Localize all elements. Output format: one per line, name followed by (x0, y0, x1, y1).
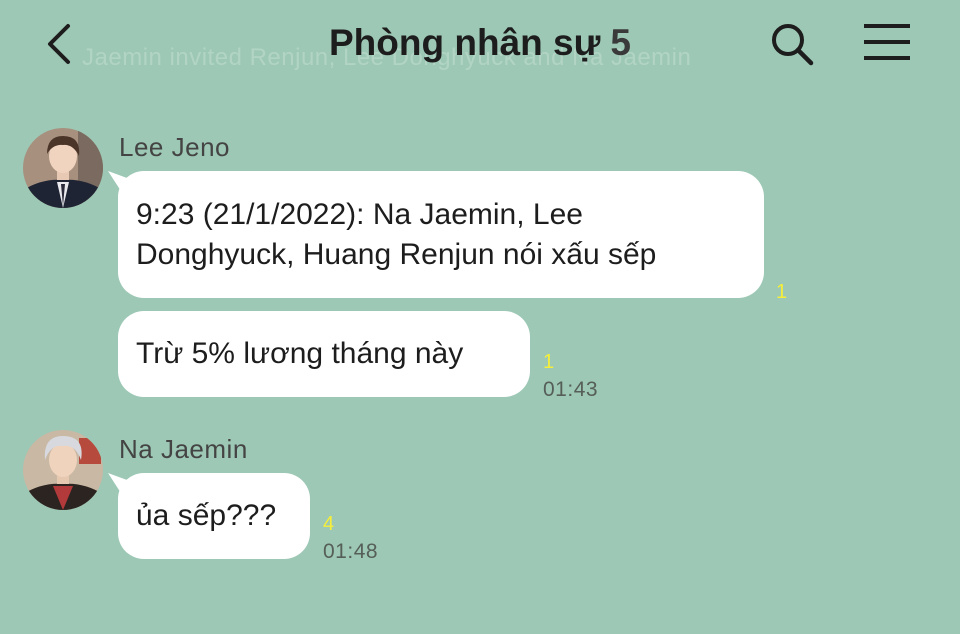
chat-header: Jaemin invited Renjun, Lee Donghyuck and… (0, 0, 960, 90)
menu-button[interactable] (860, 20, 914, 66)
message-time: 01:43 (543, 378, 599, 401)
read-count: 1 (543, 351, 555, 373)
chat-screen: Jaemin invited Renjun, Lee Donghyuck and… (0, 0, 960, 634)
message-bubble[interactable]: Trừ 5% lương tháng này (118, 311, 530, 397)
message-text: ủa sếp??? (136, 499, 277, 532)
message-bubble[interactable]: 9:23 (21/1/2022): Na Jaemin, Lee Donghyu… (118, 171, 764, 298)
message-time: 01:48 (323, 540, 379, 563)
hamburger-menu-icon (864, 24, 910, 60)
avatar-lee-jeno[interactable] (23, 128, 103, 208)
read-count: 4 (323, 513, 335, 535)
chat-room-name: Phòng nhân sự (329, 22, 601, 63)
search-button[interactable] (768, 20, 818, 70)
sender-name: Na Jaemin (119, 434, 248, 464)
read-count: 1 (776, 281, 788, 303)
avatar-image (23, 430, 103, 510)
message-line: 9:23 (21/1/2022): Na Jaemin, Lee (136, 197, 583, 231)
message-line: Donghyuck, Huang Renjun nói xấu sếp (136, 237, 657, 271)
avatar-na-jaemin[interactable] (23, 430, 103, 510)
avatar-image (23, 128, 103, 208)
message-text: Trừ 5% lương tháng này (136, 337, 464, 370)
search-icon (772, 24, 814, 66)
sender-name: Lee Jeno (119, 132, 230, 162)
message-bubble[interactable]: ủa sếp??? (118, 473, 310, 559)
member-count: 5 (610, 22, 631, 63)
message-text: 9:23 (21/1/2022): Na Jaemin, Lee Donghyu… (136, 195, 656, 275)
